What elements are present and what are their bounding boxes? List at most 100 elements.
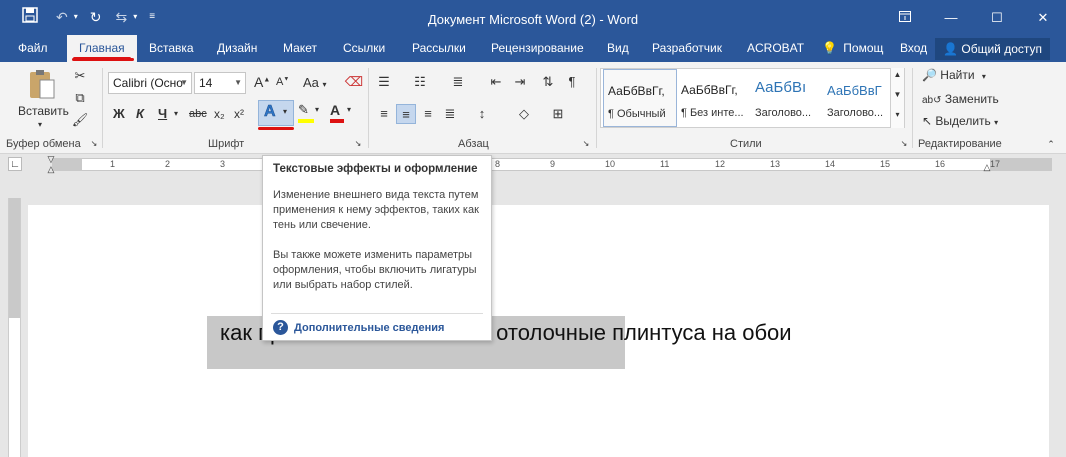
editing-group-label: Редактирование <box>918 138 1002 150</box>
tab-acrobat[interactable]: ACROBAT <box>747 35 804 62</box>
tell-me-label: Помощ <box>843 41 884 55</box>
tab-developer[interactable]: Разработчик <box>652 35 722 62</box>
paste-icon[interactable] <box>26 68 58 100</box>
highlight-color-button[interactable]: ✎ ▾ <box>298 102 322 124</box>
title-bar: ↶ ▾ ↻ ⇆ ▾ ≡ Документ Microsoft Word (2) … <box>0 0 1066 35</box>
underline-dropdown-icon[interactable]: ▾ <box>174 109 178 118</box>
replace-icon: ab↺ <box>922 95 942 106</box>
more-styles-icon[interactable]: ▾ <box>891 108 904 122</box>
copy-icon[interactable]: ⧉ <box>70 88 90 108</box>
tab-view[interactable]: Вид <box>607 35 629 62</box>
ruler-number: 11 <box>660 159 670 169</box>
underline-button[interactable]: Ч <box>158 106 167 121</box>
restore-button[interactable]: ☐ <box>974 0 1020 35</box>
style-heading-1[interactable]: АаБбВı Заголово... <box>751 69 825 127</box>
bullets-icon[interactable]: ☰ <box>374 72 394 92</box>
window-controls: — ☐ ✕ <box>882 0 1066 35</box>
chevron-down-icon: ▼ <box>180 78 188 87</box>
minimize-button[interactable]: — <box>928 0 974 35</box>
chevron-down-icon: ▾ <box>981 72 986 81</box>
tab-mailings[interactable]: Рассылки <box>412 35 466 62</box>
grow-font-button[interactable]: A▲ <box>254 74 270 90</box>
ruler-number: 1 <box>110 159 116 169</box>
paste-dropdown-icon[interactable]: ▾ <box>38 120 42 129</box>
right-indent-marker-icon[interactable]: △ <box>980 160 994 174</box>
font-name-select[interactable]: Calibri (Осно ▼ <box>108 72 192 94</box>
style-no-spacing[interactable]: АаБбВвГг, ¶ Без инте... <box>677 69 751 127</box>
clear-formatting-icon[interactable]: ⌫ <box>344 72 364 92</box>
collapse-ribbon-icon[interactable]: ⌃ <box>1044 138 1058 150</box>
person-icon: 👤 <box>943 42 959 56</box>
font-size-value: 14 <box>199 76 213 90</box>
styles-launcher-icon[interactable]: ↘ <box>898 138 910 150</box>
close-button[interactable]: ✕ <box>1020 0 1066 35</box>
shrink-font-button[interactable]: A▼ <box>276 76 289 88</box>
show-marks-icon[interactable]: ¶ <box>562 72 582 92</box>
select-button[interactable]: ↖ Выделить ▾ <box>922 114 998 128</box>
search-icon: 🔎 <box>922 68 937 82</box>
ruler-number: 14 <box>825 159 836 169</box>
change-case-button[interactable]: Aa ▾ <box>303 75 327 90</box>
format-painter-icon[interactable]: 🖌 <box>70 110 90 130</box>
tab-insert[interactable]: Вставка <box>149 35 194 62</box>
paragraph-launcher-icon[interactable]: ↘ <box>580 138 592 150</box>
clipboard-launcher-icon[interactable]: ↘ <box>88 138 100 150</box>
text-effects-button[interactable]: A ▾ <box>258 100 294 126</box>
divider <box>912 68 913 148</box>
justify-icon[interactable]: ≣ <box>440 104 460 124</box>
ruler-number: 10 <box>605 159 616 169</box>
superscript-button[interactable]: x² <box>234 107 244 121</box>
increase-indent-icon[interactable]: ⇥ <box>510 72 530 92</box>
chevron-up-icon[interactable]: ▲ <box>891 68 904 82</box>
align-left-icon[interactable]: ≡ <box>374 104 394 124</box>
share-label: Общий доступ <box>961 42 1042 56</box>
tab-references[interactable]: Ссылки <box>343 35 385 62</box>
replace-button[interactable]: ab↺ Заменить <box>922 92 999 106</box>
strikethrough-button[interactable]: abc <box>189 108 207 120</box>
cursor-icon: ↖ <box>922 114 933 128</box>
style-heading-2[interactable]: АаБбВвГ Заголово... <box>823 69 897 127</box>
numbering-icon[interactable]: ☷ <box>410 72 430 92</box>
chevron-down-icon[interactable]: ▼ <box>891 88 904 102</box>
ruler-number: 16 <box>935 159 946 169</box>
bold-button[interactable]: Ж <box>113 106 125 121</box>
borders-icon[interactable]: ⊞ <box>548 104 568 124</box>
paste-button[interactable]: Вставить <box>18 104 69 118</box>
italic-button[interactable]: К <box>136 106 144 121</box>
tell-me[interactable]: 💡 Помощ <box>822 35 883 62</box>
styles-scroll[interactable]: ▲ ▼ ▾ <box>890 68 904 128</box>
align-right-icon[interactable]: ≡ <box>418 104 438 124</box>
indent-marker-icon[interactable]: ▽ △ <box>44 154 58 176</box>
sign-in-link[interactable]: Вход <box>900 35 927 62</box>
decrease-indent-icon[interactable]: ⇤ <box>486 72 506 92</box>
highlight-mark <box>258 127 294 130</box>
ruler-number: 2 <box>165 159 171 169</box>
find-button[interactable]: 🔎 Найти ▾ <box>922 68 986 82</box>
vertical-ruler <box>8 198 21 457</box>
style-normal[interactable]: АаБбВвГг, ¶ Обычный <box>603 69 677 127</box>
divider <box>271 313 483 314</box>
tab-layout[interactable]: Макет <box>283 35 317 62</box>
tab-file[interactable]: Файл <box>18 35 48 62</box>
share-button[interactable]: 👤 Общий доступ <box>935 38 1050 60</box>
ruler-number: 13 <box>770 159 781 169</box>
shading-icon[interactable]: ◇ <box>514 104 534 124</box>
ribbon-display-icon[interactable] <box>882 0 928 35</box>
ribbon: Вставить ▾ ✂ ⧉ 🖌 Буфер обмена ↘ Calibri … <box>0 62 1066 154</box>
font-size-select[interactable]: 14 ▼ <box>194 72 246 94</box>
sort-icon[interactable]: ⇅ <box>538 72 558 92</box>
ruler-number: 3 <box>220 159 226 169</box>
font-launcher-icon[interactable]: ↘ <box>352 138 364 150</box>
tab-design[interactable]: Дизайн <box>217 35 257 62</box>
tooltip-help-link[interactable]: ? Дополнительные сведения <box>273 320 444 335</box>
multilevel-list-icon[interactable]: ≣ <box>448 72 468 92</box>
tooltip-description-2: Вы также можете изменить параметры оформ… <box>273 249 477 291</box>
line-spacing-icon[interactable]: ↕ <box>472 104 492 124</box>
align-center-icon[interactable]: ≡ <box>396 104 416 124</box>
tab-review[interactable]: Рецензирование <box>491 35 584 62</box>
font-color-button[interactable]: A ▾ <box>330 102 354 124</box>
paragraph-group-label: Абзац <box>458 138 489 150</box>
tab-selector-icon[interactable]: ∟ <box>8 157 22 171</box>
subscript-button[interactable]: x₂ <box>214 107 225 121</box>
cut-icon[interactable]: ✂ <box>70 66 90 86</box>
